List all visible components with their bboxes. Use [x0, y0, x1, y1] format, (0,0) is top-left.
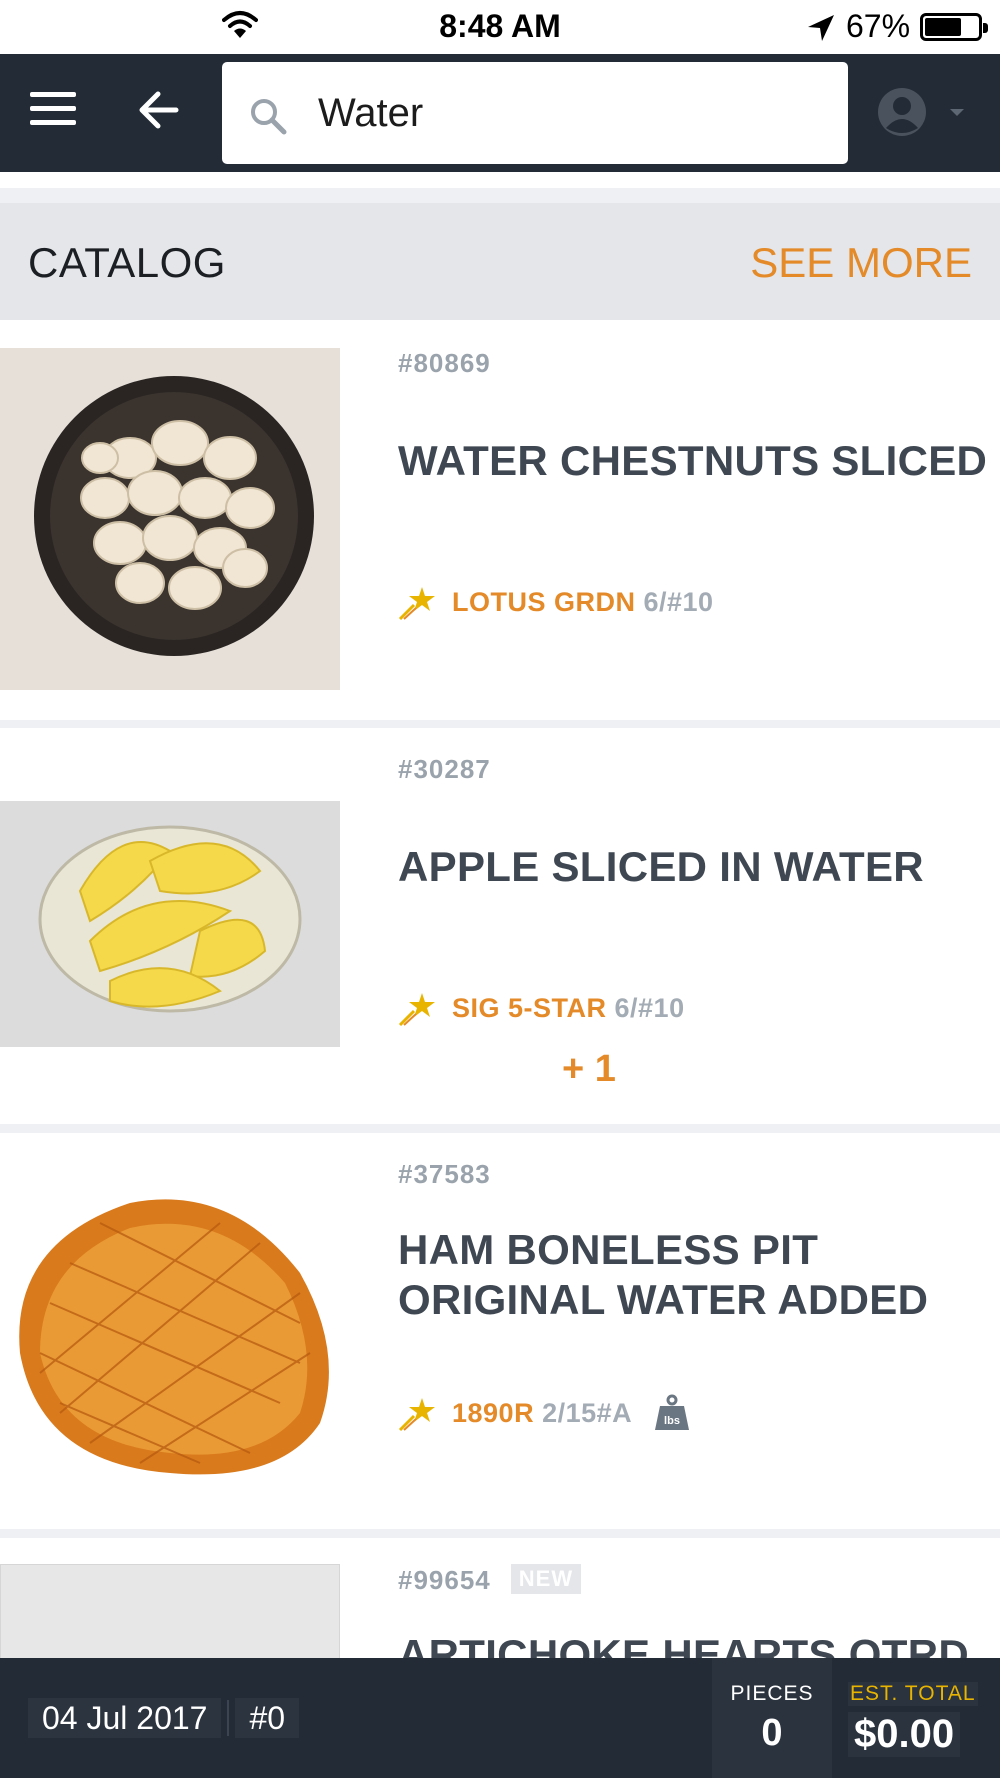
product-name[interactable]: WATER CHESTNUTS SLICED: [398, 436, 988, 486]
status-bar: 8:48 AM 67%: [0, 0, 1000, 54]
pieces-label: PIECES: [730, 1682, 814, 1705]
svg-text:lbs: lbs: [664, 1415, 680, 1427]
pack-size: 6/#10: [614, 992, 685, 1023]
caret-down-icon[interactable]: [950, 109, 964, 116]
new-badge: NEW: [510, 1564, 582, 1594]
total-label: EST. TOTAL: [848, 1682, 978, 1706]
item-number: #30287: [398, 754, 491, 784]
product-card[interactable]: #99654 NEW ARTICHOKE HEARTS QTRD: [0, 1538, 1000, 1658]
star-brand-icon: [398, 587, 435, 621]
brand-row: SIG 5-STAR 6/#10: [398, 988, 685, 1028]
product-name[interactable]: HAM BONELESS PIT ORIGINAL WATER ADDED: [398, 1225, 988, 1325]
product-card[interactable]: #80869 WATER CHESTNUTS SLICED LOTUS GRDN…: [0, 320, 1000, 720]
catalog-header: CATALOG SEE MORE: [0, 203, 1000, 320]
star-brand-icon: [398, 993, 435, 1027]
account-icon[interactable]: [876, 86, 928, 138]
item-number: #99654 NEW: [398, 1564, 582, 1596]
battery-percent: 67%: [846, 8, 911, 44]
app-header: [0, 54, 1000, 172]
pieces-value: 0: [761, 1712, 783, 1754]
location-arrow-icon: [808, 15, 834, 41]
order-date-box[interactable]: 04 Jul 2017 #0: [28, 1698, 300, 1738]
see-more-link[interactable]: SEE MORE: [750, 239, 972, 287]
product-image: [0, 1183, 340, 1483]
product-image: [0, 348, 340, 690]
menu-icon[interactable]: [30, 92, 76, 132]
search-input[interactable]: [318, 82, 818, 144]
brand-name: LOTUS GRDN: [452, 586, 636, 617]
weight-lbs-icon: lbs: [655, 1394, 690, 1430]
star-brand-icon: [398, 1398, 435, 1432]
order-summary-bar: 04 Jul 2017 #0 PIECES 0 EST. TOTAL $0.00: [0, 1658, 1000, 1778]
back-arrow-icon[interactable]: [136, 86, 182, 134]
search-icon: [251, 99, 287, 135]
brand-name: SIG 5-STAR: [452, 992, 607, 1023]
item-number: #80869: [398, 348, 491, 378]
order-number: #0: [235, 1698, 300, 1738]
product-card[interactable]: #30287 APPLE SLICED IN WATER SIG 5-STAR …: [0, 728, 1000, 1124]
top-strip: [0, 172, 1000, 188]
product-name[interactable]: ARTICHOKE HEARTS QTRD: [398, 1630, 988, 1658]
search-box[interactable]: [222, 62, 848, 164]
brand-row: 1890R 2/15#A lbs: [398, 1393, 690, 1433]
product-image: [0, 801, 340, 1047]
battery-icon: [920, 13, 988, 41]
product-card[interactable]: #37583 HAM BONELESS PIT ORIGINAL WATER A…: [0, 1133, 1000, 1529]
catalog-title: CATALOG: [28, 239, 226, 286]
pack-size: 6/#10: [643, 586, 714, 617]
product-image: [0, 1564, 340, 1658]
brand-name: 1890R: [452, 1397, 535, 1428]
product-name[interactable]: APPLE SLICED IN WATER: [398, 842, 988, 892]
item-number: #37583: [398, 1159, 491, 1189]
estimated-total[interactable]: EST. TOTAL $0.00: [840, 1658, 1000, 1778]
more-variants-button[interactable]: + 1: [562, 1048, 616, 1091]
pieces-count: PIECES 0: [712, 1658, 832, 1778]
total-value: $0.00: [848, 1712, 961, 1757]
order-date: 04 Jul 2017: [28, 1698, 222, 1738]
pack-size: 2/15#A: [542, 1397, 633, 1428]
brand-row: LOTUS GRDN 6/#10: [398, 582, 714, 622]
